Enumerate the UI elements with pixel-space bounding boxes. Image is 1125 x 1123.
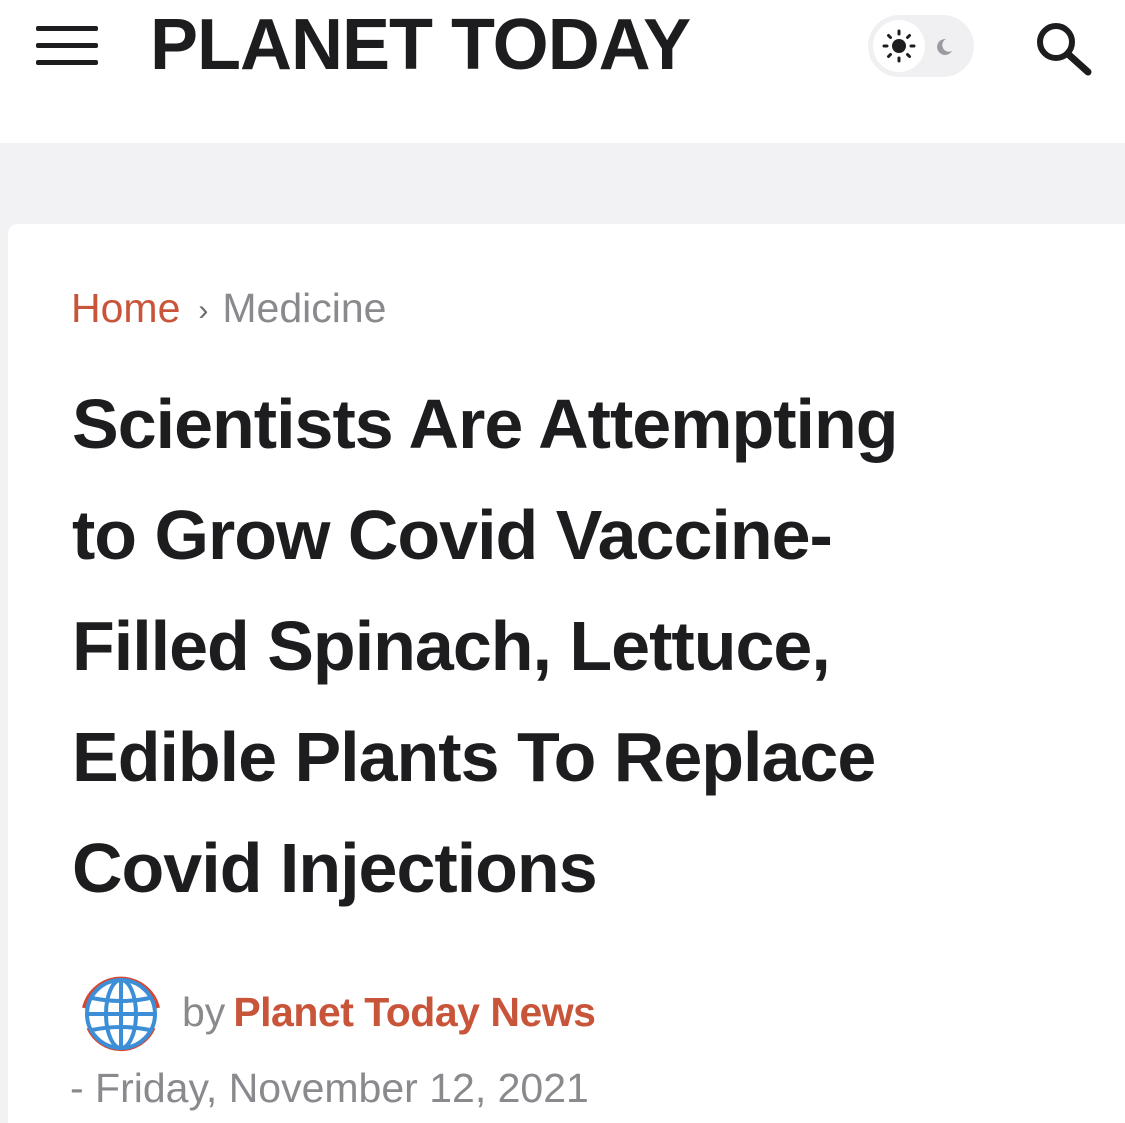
sun-icon (882, 29, 916, 63)
article-title-line: Covid Injections (72, 829, 598, 907)
author-link[interactable]: Planet Today News (233, 989, 596, 1035)
toggle-knob (873, 20, 925, 72)
article-title-line: Edible Plants To Replace (72, 718, 876, 796)
article-title: Scientists Are Attempting to Grow Covid … (72, 369, 1072, 924)
byline: by Planet Today News (182, 988, 596, 1036)
search-icon (1037, 23, 1092, 76)
theme-toggle[interactable] (868, 15, 974, 77)
menu-line-icon (36, 60, 98, 65)
menu-line-icon (36, 26, 98, 31)
site-title[interactable]: PLANET TODAY (150, 4, 691, 86)
article-title-line: Scientists Are Attempting (72, 385, 899, 463)
top-bar: PLANET TODAY (0, 0, 1125, 143)
author-avatar[interactable] (76, 968, 166, 1058)
chevron-right-icon: › (198, 294, 209, 327)
publish-date: - Friday, November 12, 2021 (70, 1065, 589, 1111)
globe-icon (82, 976, 160, 1052)
breadcrumb-home-link[interactable]: Home (71, 285, 180, 331)
article-card: Home › Medicine Scientists Are Attempting … (8, 224, 1125, 1123)
moon-icon (937, 38, 952, 55)
menu-line-icon (36, 43, 98, 48)
article-title-line: Filled Spinach, Lettuce, (72, 607, 831, 685)
byline-prefix: by (182, 989, 226, 1035)
breadcrumb-current[interactable]: Medicine (222, 285, 386, 331)
article-title-line: to Grow Covid Vaccine- (72, 496, 833, 574)
hamburger-menu-button[interactable] (36, 26, 98, 66)
search-button[interactable] (1030, 20, 1096, 76)
breadcrumb: Home › Medicine (71, 284, 386, 335)
